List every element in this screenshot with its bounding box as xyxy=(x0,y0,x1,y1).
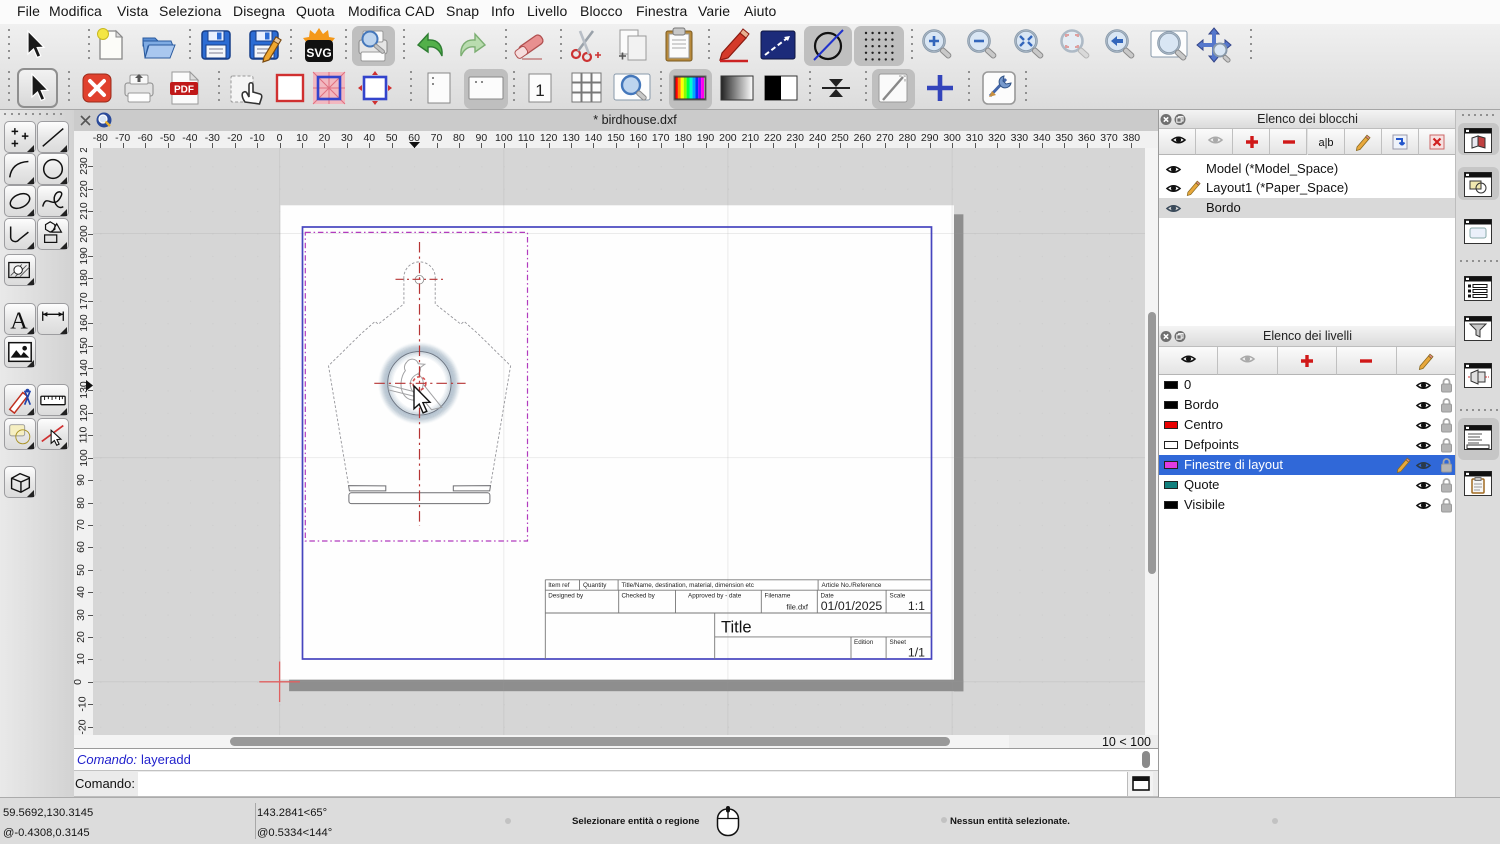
svg-text:Item ref: Item ref xyxy=(548,582,570,589)
svg-text:Approved by - date: Approved by - date xyxy=(688,593,742,600)
svg-text:Edition: Edition xyxy=(854,639,874,646)
svg-text:Checked by: Checked by xyxy=(622,593,656,600)
svg-text:PDF: PDF xyxy=(174,85,194,96)
svg-text:SVG: SVG xyxy=(306,46,331,60)
svg-text:1:1: 1:1 xyxy=(908,599,925,613)
svg-text:Filename: Filename xyxy=(765,593,791,600)
svg-text:Designed by: Designed by xyxy=(548,593,584,600)
svg-text:01/01/2025: 01/01/2025 xyxy=(821,599,883,613)
svg-text:Quantity: Quantity xyxy=(583,582,607,589)
svg-text:file.dxf: file.dxf xyxy=(786,603,809,612)
svg-text:Scale: Scale xyxy=(890,593,906,600)
svg-text:1: 1 xyxy=(535,81,544,100)
svg-text:Sheet: Sheet xyxy=(890,639,907,646)
svg-text:Title: Title xyxy=(721,619,752,637)
svg-text:1/1: 1/1 xyxy=(908,646,925,660)
svg-text:Title/Name, destination, mater: Title/Name, destination, material, dimen… xyxy=(622,582,754,589)
svg-text:A: A xyxy=(10,307,28,333)
svg-text:a|b: a|b xyxy=(1318,137,1333,149)
svg-text:Article No./Reference: Article No./Reference xyxy=(822,582,882,589)
